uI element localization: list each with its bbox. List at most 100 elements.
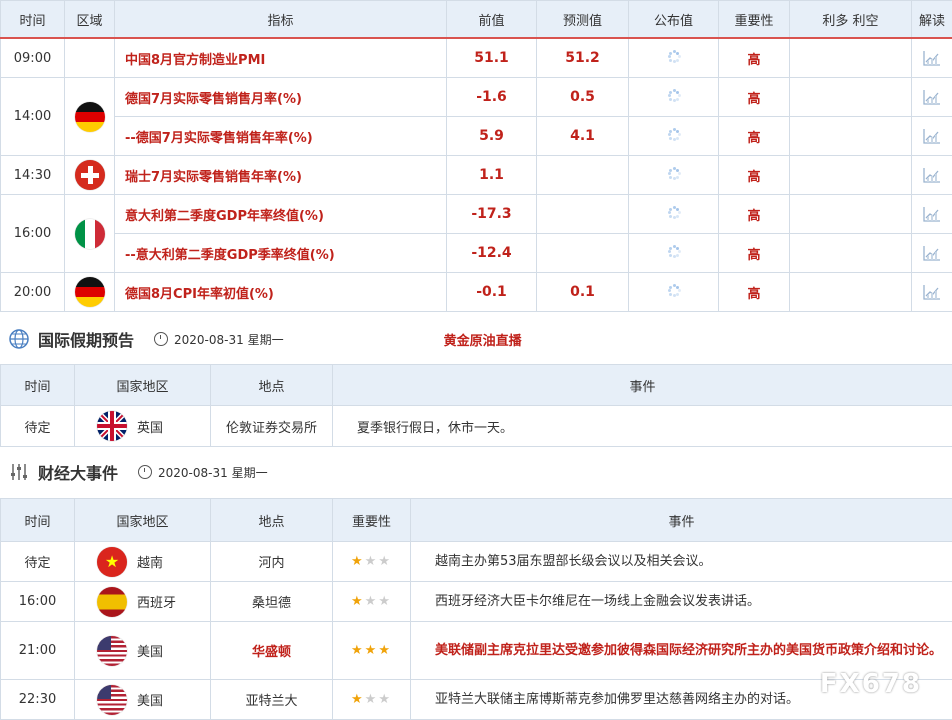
importance-value: 高 [719,156,790,195]
germany-flag-icon [75,102,105,132]
spain-flag-icon [97,587,127,617]
hol-col-place: 地点 [211,365,333,406]
previous-value: -1.6 [447,78,537,117]
interpret-cell[interactable] [912,195,952,234]
chart-icon[interactable] [922,127,942,145]
row-time: 14:30 [1,156,65,195]
importance-value: 高 [719,117,790,156]
event-description: 越南主办第53届东盟部长级会议以及相关会议。 [411,542,952,582]
event-time: 16:00 [1,582,75,622]
forecast-value [537,195,629,234]
indicator-name[interactable]: 意大利第二季度GDP年率终值(%) [115,195,447,234]
event-country-cell: 美国 [75,622,211,680]
watermark: FX678 [820,669,922,699]
hol-col-country: 国家地区 [75,365,211,406]
usa-flag-icon [97,685,127,715]
actual-value [629,78,719,117]
table-row: 20:00 德国8月CPI年率初值(%)-0.10.1 高 [1,273,952,312]
star-icon: ★ [365,643,379,658]
ev-col-importance: 重要性 [333,499,411,542]
interpret-cell[interactable] [912,273,952,312]
germany-flag-icon [75,277,105,307]
row-time: 16:00 [1,195,65,273]
importance-stars: ★★★ [333,680,411,720]
col-actual: 公布值 [629,1,719,39]
holiday-date: 2020-08-31 星期一 [174,331,284,348]
ev-col-event: 事件 [411,499,952,542]
hol-country-cell: 英国 [75,406,211,447]
table-row: 16:00西班牙桑坦德★★★西班牙经济大臣卡尔维尼在一场线上金融会议发表讲话。 [1,582,952,622]
ev-col-time: 时间 [1,499,75,542]
importance-value: 高 [719,234,790,273]
indicator-name[interactable]: 瑞士7月实际零售销售年率(%) [115,156,447,195]
hol-col-time: 时间 [1,365,75,406]
event-time: 21:00 [1,622,75,680]
previous-value: -0.1 [447,273,537,312]
star-icon: ★ [351,554,365,569]
table-row: --意大利第二季度GDP季率终值(%)-12.4 高 [1,234,952,273]
hol-col-event: 事件 [333,365,952,406]
event-place: 华盛顿 [211,622,333,680]
star-icon: ★ [351,643,365,658]
col-time: 时间 [1,1,65,39]
impact-value [790,156,912,195]
star-icon: ★ [378,692,392,707]
loading-icon [667,166,681,180]
loading-icon [667,88,681,102]
chart-icon[interactable] [922,244,942,262]
ev-col-place: 地点 [211,499,333,542]
forecast-value [537,156,629,195]
chart-icon[interactable] [922,205,942,223]
star-icon: ★ [351,594,365,609]
indicator-name[interactable]: --德国7月实际零售销售年率(%) [115,117,447,156]
importance-stars: ★★★ [333,542,411,582]
previous-value: 5.9 [447,117,537,156]
actual-value [629,234,719,273]
chart-icon[interactable] [922,283,942,301]
events-date: 2020-08-31 星期一 [158,464,268,481]
indicator-name[interactable]: 德国7月实际零售销售月率(%) [115,78,447,117]
events-title: 财经大事件 [38,460,118,484]
switzerland-flag-icon [75,160,105,190]
importance-value: 高 [719,78,790,117]
interpret-cell[interactable] [912,38,952,78]
star-icon: ★ [365,594,379,609]
interpret-cell[interactable] [912,78,952,117]
usa-flag-icon [97,636,127,666]
indicator-name[interactable]: 中国8月官方制造业PMI [115,38,447,78]
event-time: 22:30 [1,680,75,720]
indicator-name[interactable]: 德国8月CPI年率初值(%) [115,273,447,312]
events-section-header: 财经大事件 2020-08-31 星期一 [0,454,952,490]
importance-value: 高 [719,195,790,234]
interpret-cell[interactable] [912,156,952,195]
holiday-section-header: 国际假期预告 2020-08-31 星期一 黄金原油直播 [0,321,952,357]
star-icon: ★ [365,692,379,707]
impact-value [790,117,912,156]
importance-value: 高 [719,273,790,312]
chart-icon[interactable] [922,166,942,184]
row-time: 14:00 [1,78,65,156]
uk-flag-icon [97,411,127,441]
previous-value: -12.4 [447,234,537,273]
globe-icon [8,328,30,350]
star-icon: ★ [365,554,379,569]
row-flag [65,273,115,312]
interpret-cell[interactable] [912,234,952,273]
interpret-cell[interactable] [912,117,952,156]
event-country: 西班牙 [137,592,176,611]
loading-icon [667,205,681,219]
vietnam-flag-icon: ★ [97,547,127,577]
forecast-value: 0.1 [537,273,629,312]
event-country-cell: ★越南 [75,542,211,582]
row-time: 20:00 [1,273,65,312]
chart-icon[interactable] [922,49,942,67]
col-impact: 利多 利空 [790,1,912,39]
indicator-name[interactable]: --意大利第二季度GDP季率终值(%) [115,234,447,273]
chart-icon[interactable] [922,88,942,106]
loading-icon [667,49,681,63]
event-time: 待定 [1,542,75,582]
live-stream-link[interactable]: 黄金原油直播 [444,330,522,349]
col-importance: 重要性 [719,1,790,39]
table-row: 14:30瑞士7月实际零售销售年率(%)1.1高 [1,156,952,195]
row-flag [65,156,115,195]
